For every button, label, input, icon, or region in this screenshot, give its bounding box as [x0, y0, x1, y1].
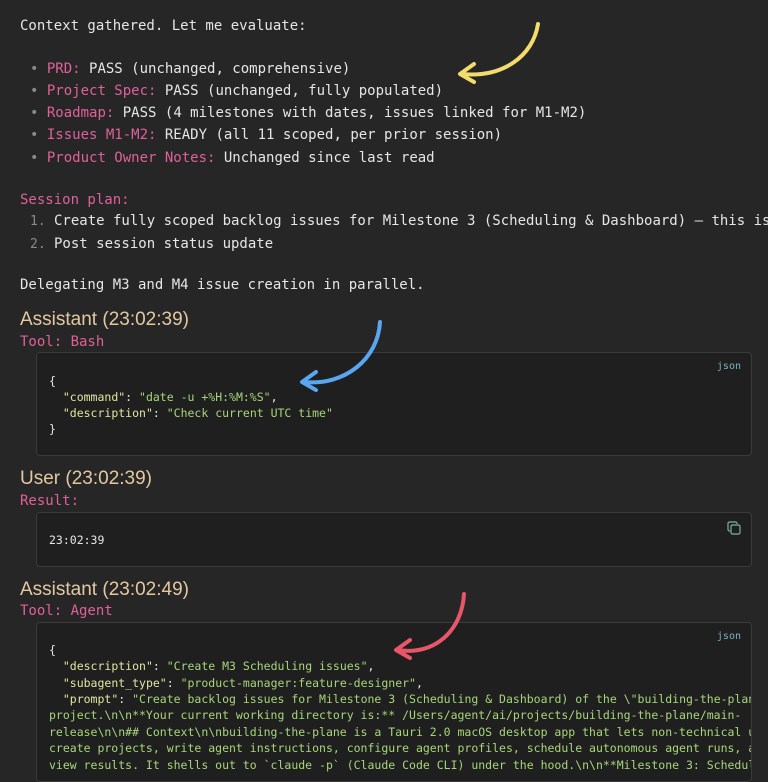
user-heading: User (23:02:39): [20, 468, 153, 489]
check-item-roadmap: • Roadmap: PASS (4 milestones with dates…: [30, 105, 587, 121]
session-plan-title: Session plan:: [20, 192, 130, 208]
code-line: }: [49, 422, 56, 436]
plan-item-text: Create fully scoped backlog issues for M…: [54, 213, 768, 229]
result-label: Result:: [20, 493, 80, 509]
code-line: project.\n\n**Your current working direc…: [49, 708, 742, 722]
red-arrow-icon: [394, 592, 466, 660]
check-value: PASS (unchanged, comprehensive): [80, 61, 351, 77]
copy-icon[interactable]: [727, 521, 741, 535]
intro-text: Context gathered. Let me evaluate:: [20, 18, 307, 34]
check-key: Product Owner Notes:: [46, 150, 216, 166]
code-line: "description": "Create M3 Scheduling iss…: [62, 659, 375, 673]
check-key: Project Spec:: [46, 83, 157, 99]
code-line: "prompt": "Create backlog issues for Mil…: [62, 692, 752, 706]
check-item-issues: • Issues M1-M2: READY (all 11 scoped, pe…: [30, 127, 503, 143]
code-line: create projects, write agent instruction…: [49, 741, 752, 755]
check-item-owner-notes: • Product Owner Notes: Unchanged since l…: [30, 150, 435, 166]
code-line: "command": "date -u +%H:%M:%S",: [62, 390, 278, 404]
plan-item-text: Post session status update: [54, 236, 274, 252]
blue-arrow-icon: [300, 320, 382, 392]
code-line: "subagent_type": "product-manager:featur…: [62, 676, 423, 690]
language-tag: json: [716, 631, 741, 642]
language-tag: json: [716, 361, 741, 372]
plan-item-number: 2.: [30, 237, 46, 252]
check-key: PRD:: [46, 61, 81, 77]
check-item-project-spec: • Project Spec: PASS (unchanged, fully p…: [30, 83, 444, 99]
tool-label: Tool: Bash: [20, 334, 105, 350]
result-value: 23:02:39: [49, 533, 105, 547]
code-line: {: [49, 374, 56, 388]
check-value: PASS (unchanged, fully populated): [156, 83, 444, 99]
assistant-heading: Assistant (23:02:49): [20, 579, 189, 600]
check-key: Issues M1-M2:: [46, 127, 157, 143]
assistant-heading: Assistant (23:02:39): [20, 309, 189, 330]
check-value: READY (all 11 scoped, per prior session): [156, 127, 503, 143]
yellow-arrow-icon: [458, 22, 540, 84]
code-line: view results. It shells out to `claude -…: [49, 758, 752, 772]
check-key: Roadmap:: [46, 105, 115, 121]
tool-label: Tool: Agent: [20, 603, 113, 619]
delegating-text: Delegating M3 and M4 issue creation in p…: [20, 277, 425, 293]
code-line: "description": "Check current UTC time": [62, 406, 333, 420]
code-line: release\n\n## Context\n\nbuilding-the-pl…: [49, 725, 752, 739]
check-value: PASS (4 milestones with dates, issues li…: [114, 105, 587, 121]
check-value: Unchanged since last read: [215, 150, 435, 166]
check-item-prd: • PRD: PASS (unchanged, comprehensive): [30, 61, 351, 77]
plan-item-number: 1.: [30, 214, 46, 229]
result-codeblock[interactable]: 23:02:39: [36, 512, 752, 567]
tool-input-codeblock[interactable]: json { "command": "date -u +%H:%M:%S", "…: [36, 352, 752, 456]
code-line: {: [49, 643, 56, 657]
